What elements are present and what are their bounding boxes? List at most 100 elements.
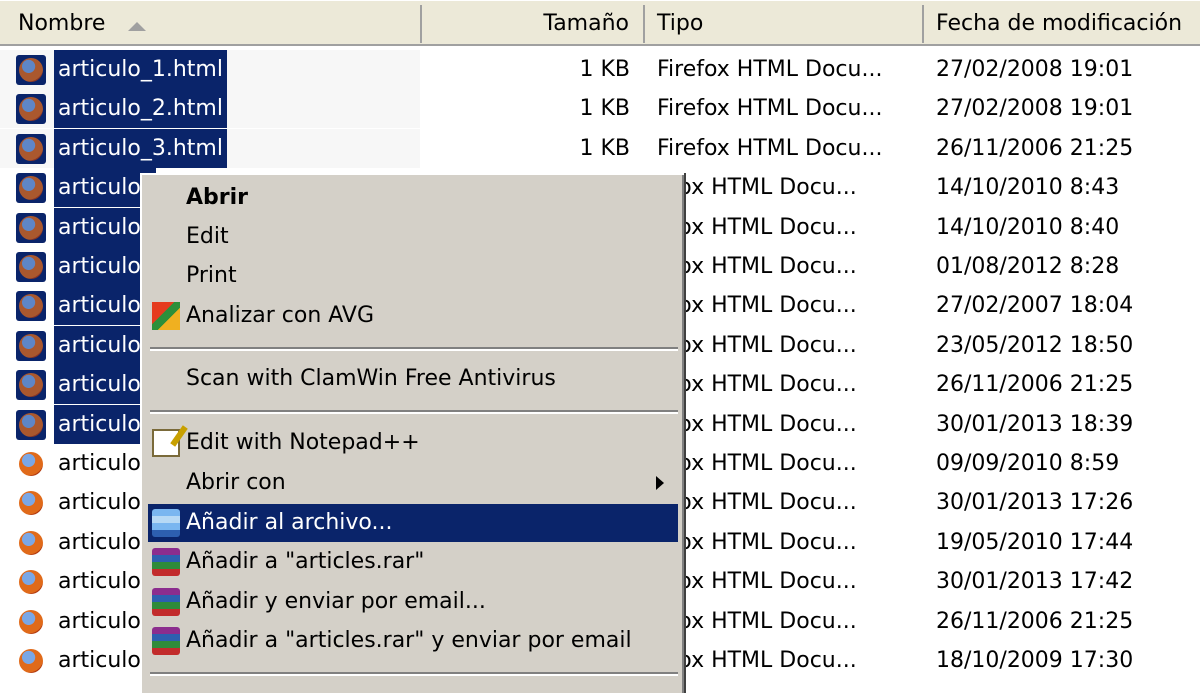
- column-type-header[interactable]: Tipo: [645, 5, 924, 43]
- winrar-icon: [152, 627, 180, 655]
- menu-item-print[interactable]: Print: [148, 257, 678, 295]
- file-name[interactable]: articulo_2.html: [54, 89, 227, 129]
- menu-separator: [150, 672, 678, 676]
- file-type: Firefox HTML Docu...: [657, 96, 883, 122]
- firefox-icon: [19, 176, 43, 201]
- file-type: efox HTML Docu...: [657, 254, 857, 279]
- firefox-file-icon[interactable]: [16, 409, 46, 440]
- file-date: 14/10/2010 8:40: [936, 214, 1120, 240]
- file-date: 27/02/2008 19:01: [936, 57, 1134, 82]
- firefox-icon: [19, 609, 43, 634]
- file-name[interactable]: articulo_1.html: [54, 50, 227, 89]
- menu-item-notepadpp[interactable]: Edit with Notepad++: [148, 424, 678, 462]
- file-type: efox HTML Docu...: [657, 332, 857, 358]
- firefox-file-icon[interactable]: [16, 370, 46, 401]
- menu-item-add-archive-label: Añadir al archivo...: [186, 510, 393, 535]
- menu-separator: [150, 410, 678, 414]
- firefox-file-icon[interactable]: [16, 133, 46, 164]
- file-date: 01/08/2012 8:28: [936, 254, 1120, 279]
- file-date: 26/11/2006 21:25: [936, 608, 1134, 634]
- file-type: efox HTML Docu...: [657, 608, 857, 634]
- menu-item-add-rar-email[interactable]: Añadir a "articles.rar" y enviar por ema…: [148, 622, 678, 660]
- firefox-file-icon[interactable]: [16, 330, 46, 361]
- file-type: efox HTML Docu...: [657, 569, 857, 595]
- column-name-header[interactable]: Nombre: [4, 5, 422, 43]
- column-date-header[interactable]: Fecha de modificación: [924, 5, 1200, 43]
- menu-item-open-with-label: Abrir con: [186, 470, 286, 495]
- menu-item-add-email-label: Añadir y enviar por email...: [186, 589, 486, 614]
- firefox-icon: [19, 294, 43, 319]
- firefox-icon: [19, 649, 43, 673]
- firefox-file-icon[interactable]: [16, 528, 46, 558]
- file-date: 23/05/2012 18:50: [936, 332, 1134, 358]
- context-menu: Abrir Edit Print Analizar con AVG Scan w…: [140, 173, 684, 693]
- menu-item-open-label: Abrir: [186, 185, 249, 210]
- column-date-label: Fecha de modificación: [936, 11, 1183, 36]
- file-size: 1 KB: [579, 57, 630, 82]
- firefox-icon: [19, 452, 43, 476]
- menu-item-add-email[interactable]: Añadir y enviar por email...: [148, 583, 678, 621]
- sort-ascending-icon: [128, 22, 146, 31]
- submenu-arrow-icon: [656, 476, 664, 490]
- column-name-label: Nombre: [18, 11, 106, 36]
- firefox-icon: [19, 530, 43, 555]
- file-row[interactable]: articulo_2.html 1 KB Firefox HTML Docu... 2…: [0, 89, 1200, 129]
- file-size: 1 KB: [579, 96, 630, 122]
- firefox-icon: [19, 97, 43, 122]
- firefox-file-icon[interactable]: [16, 567, 46, 597]
- menu-item-avg-label: Analizar con AVG: [186, 303, 374, 328]
- firefox-file-icon[interactable]: [16, 94, 46, 125]
- file-type: efox HTML Docu...: [657, 293, 857, 319]
- menu-item-open-with[interactable]: Abrir con: [148, 464, 678, 502]
- firefox-file-icon[interactable]: [16, 449, 46, 479]
- file-date: 27/02/2007 18:04: [936, 293, 1134, 319]
- column-header: Nombre Tamaño Tipo Fecha de modificación: [0, 0, 1200, 46]
- file-date: 18/10/2009 17:30: [936, 648, 1134, 673]
- menu-item-edit[interactable]: Edit: [148, 218, 678, 256]
- file-date: 14/10/2010 8:43: [936, 175, 1120, 201]
- file-date: 30/01/2013 18:39: [936, 411, 1134, 437]
- winrar-icon: [152, 588, 180, 616]
- firefox-file-icon[interactable]: [16, 212, 46, 243]
- file-type: efox HTML Docu...: [657, 529, 857, 555]
- firefox-icon: [19, 412, 43, 437]
- file-type: efox HTML Docu...: [657, 451, 857, 476]
- winrar-add-icon: [152, 509, 180, 537]
- firefox-file-icon[interactable]: [16, 55, 46, 85]
- file-type: efox HTML Docu...: [657, 372, 857, 398]
- file-date: 27/02/2008 19:01: [936, 96, 1134, 122]
- firefox-icon: [19, 255, 43, 279]
- avg-icon: [152, 302, 180, 330]
- column-size-header[interactable]: Tamaño: [422, 5, 645, 43]
- firefox-icon: [19, 215, 43, 240]
- menu-separator: [150, 347, 678, 351]
- menu-item-add-rar[interactable]: Añadir a "articles.rar": [148, 543, 678, 581]
- menu-item-add-rar-email-label: Añadir a "articles.rar" y enviar por ema…: [186, 628, 632, 653]
- file-date: 30/01/2013 17:26: [936, 490, 1134, 516]
- winrar-icon: [152, 548, 180, 576]
- firefox-icon: [19, 491, 43, 516]
- menu-item-avg[interactable]: Analizar con AVG: [148, 297, 678, 335]
- file-name[interactable]: articulo_3.html: [54, 128, 227, 168]
- firefox-file-icon[interactable]: [16, 291, 46, 322]
- notepadpp-icon: [152, 429, 180, 457]
- file-type: efox HTML Docu...: [657, 175, 857, 201]
- file-date: 26/11/2006 21:25: [936, 372, 1134, 398]
- firefox-file-icon[interactable]: [16, 252, 46, 282]
- firefox-icon: [19, 373, 43, 398]
- column-size-label: Tamaño: [543, 11, 629, 36]
- firefox-file-icon[interactable]: [16, 488, 46, 518]
- file-row[interactable]: articulo_1.html 1 KB Firefox HTML Docu... 2…: [0, 50, 1200, 89]
- firefox-icon: [19, 333, 43, 358]
- menu-item-open[interactable]: Abrir: [148, 179, 678, 217]
- menu-item-clamwin[interactable]: Scan with ClamWin Free Antivirus: [148, 360, 678, 398]
- file-row[interactable]: articulo_3.html 1 KB Firefox HTML Docu... 2…: [0, 128, 1200, 168]
- menu-item-add-archive[interactable]: Añadir al archivo...: [148, 504, 678, 542]
- firefox-file-icon[interactable]: [16, 173, 46, 204]
- file-date: 09/09/2010 8:59: [936, 451, 1120, 476]
- firefox-file-icon[interactable]: [16, 607, 46, 637]
- firefox-file-icon[interactable]: [16, 646, 46, 676]
- file-date: 30/01/2013 17:42: [936, 569, 1134, 595]
- menu-item-edit-label: Edit: [186, 224, 229, 249]
- file-type: efox HTML Docu...: [657, 214, 857, 240]
